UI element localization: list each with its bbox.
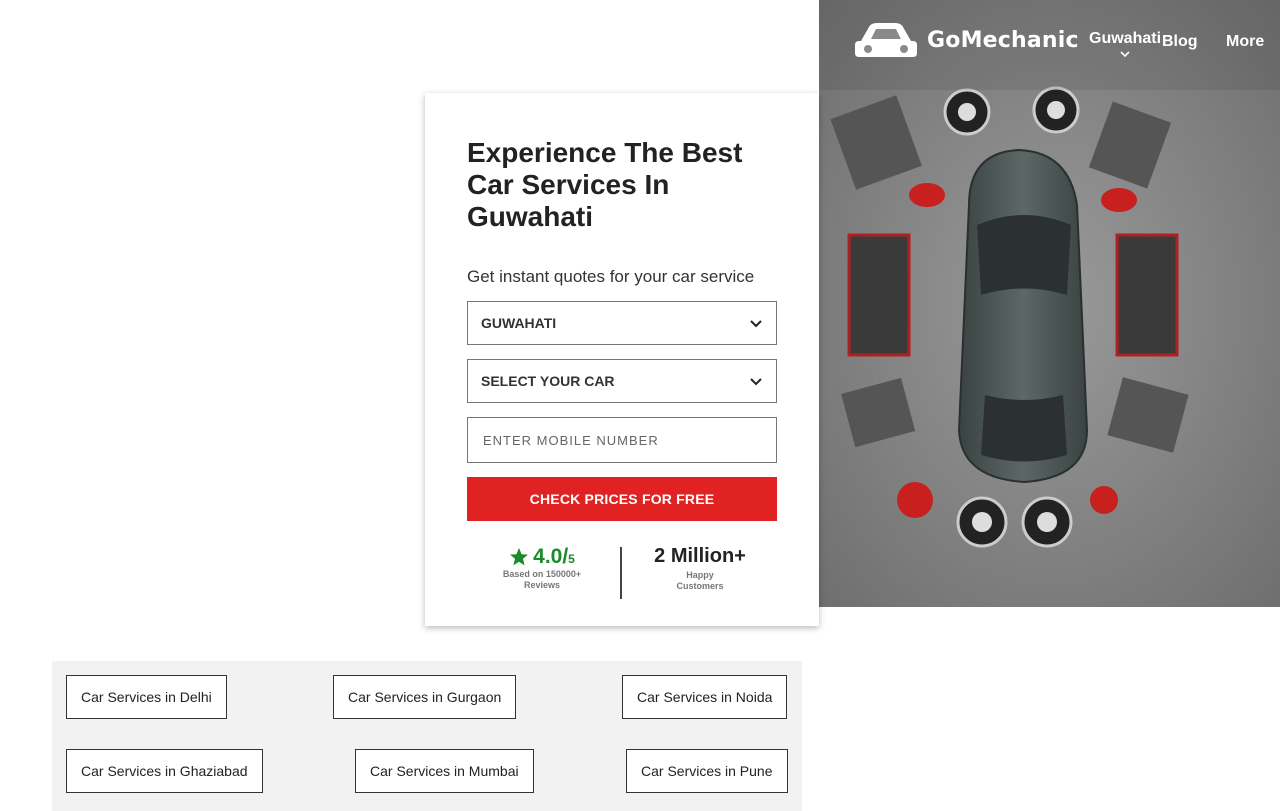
rating-stat: 4.0/5 Based on 150000+ Reviews bbox=[487, 545, 597, 591]
customers-stat: 2 Million+ Happy Customers bbox=[645, 545, 755, 592]
city-link-pune[interactable]: Car Services in Pune bbox=[626, 749, 788, 793]
check-prices-button[interactable]: CHECK PRICES FOR FREE bbox=[467, 477, 777, 521]
rating-value: 4.0/ bbox=[533, 545, 569, 568]
city-link-noida[interactable]: Car Services in Noida bbox=[622, 675, 788, 719]
stats-row: 4.0/5 Based on 150000+ Reviews 2 Million… bbox=[467, 545, 777, 601]
hero-image bbox=[819, 0, 1280, 607]
page-title: Experience The Best Car Services In Guwa… bbox=[467, 137, 743, 232]
brand-logo[interactable]: GoMechanic bbox=[855, 18, 1079, 62]
city-selector-label: Guwahati bbox=[1089, 30, 1162, 47]
car-dropdown-value: SELECT YOUR CAR bbox=[481, 373, 615, 389]
chevron-down-icon bbox=[1120, 51, 1130, 58]
nav-more-link[interactable]: More bbox=[1226, 33, 1264, 51]
rating-note: Based on 150000+ Reviews bbox=[502, 569, 582, 590]
city-link-mumbai[interactable]: Car Services in Mumbai bbox=[355, 749, 534, 793]
car-logo-icon bbox=[855, 23, 917, 57]
chevron-down-icon bbox=[750, 377, 762, 385]
city-dropdown[interactable]: GUWAHATI bbox=[467, 301, 777, 345]
page-subtitle: Get instant quotes for your car service bbox=[467, 267, 755, 286]
car-dropdown[interactable]: SELECT YOUR CAR bbox=[467, 359, 777, 403]
star-icon bbox=[510, 548, 529, 566]
city-links-panel: Car Services in Delhi Car Services in Gu… bbox=[52, 661, 802, 811]
chevron-down-icon bbox=[750, 319, 762, 327]
mobile-number-field bbox=[467, 417, 777, 463]
mobile-number-input[interactable] bbox=[468, 418, 776, 462]
rating-max: 5 bbox=[568, 552, 575, 566]
quote-card: Experience The Best Car Services In Guwa… bbox=[425, 93, 819, 626]
customers-note: Happy Customers bbox=[676, 570, 724, 591]
brand-name: GoMechanic bbox=[927, 27, 1079, 53]
customers-value: 2 Million+ bbox=[654, 545, 746, 567]
city-link-gurgaon[interactable]: Car Services in Gurgaon bbox=[333, 675, 517, 719]
car-service-illustration bbox=[819, 0, 1280, 607]
nav-blog-link[interactable]: Blog bbox=[1162, 33, 1198, 51]
city-dropdown-value: GUWAHATI bbox=[481, 315, 557, 331]
stats-divider bbox=[620, 547, 622, 599]
city-link-ghaziabad[interactable]: Car Services in Ghaziabad bbox=[66, 749, 263, 793]
city-link-delhi[interactable]: Car Services in Delhi bbox=[66, 675, 227, 719]
city-selector[interactable]: Guwahati bbox=[1089, 30, 1161, 58]
